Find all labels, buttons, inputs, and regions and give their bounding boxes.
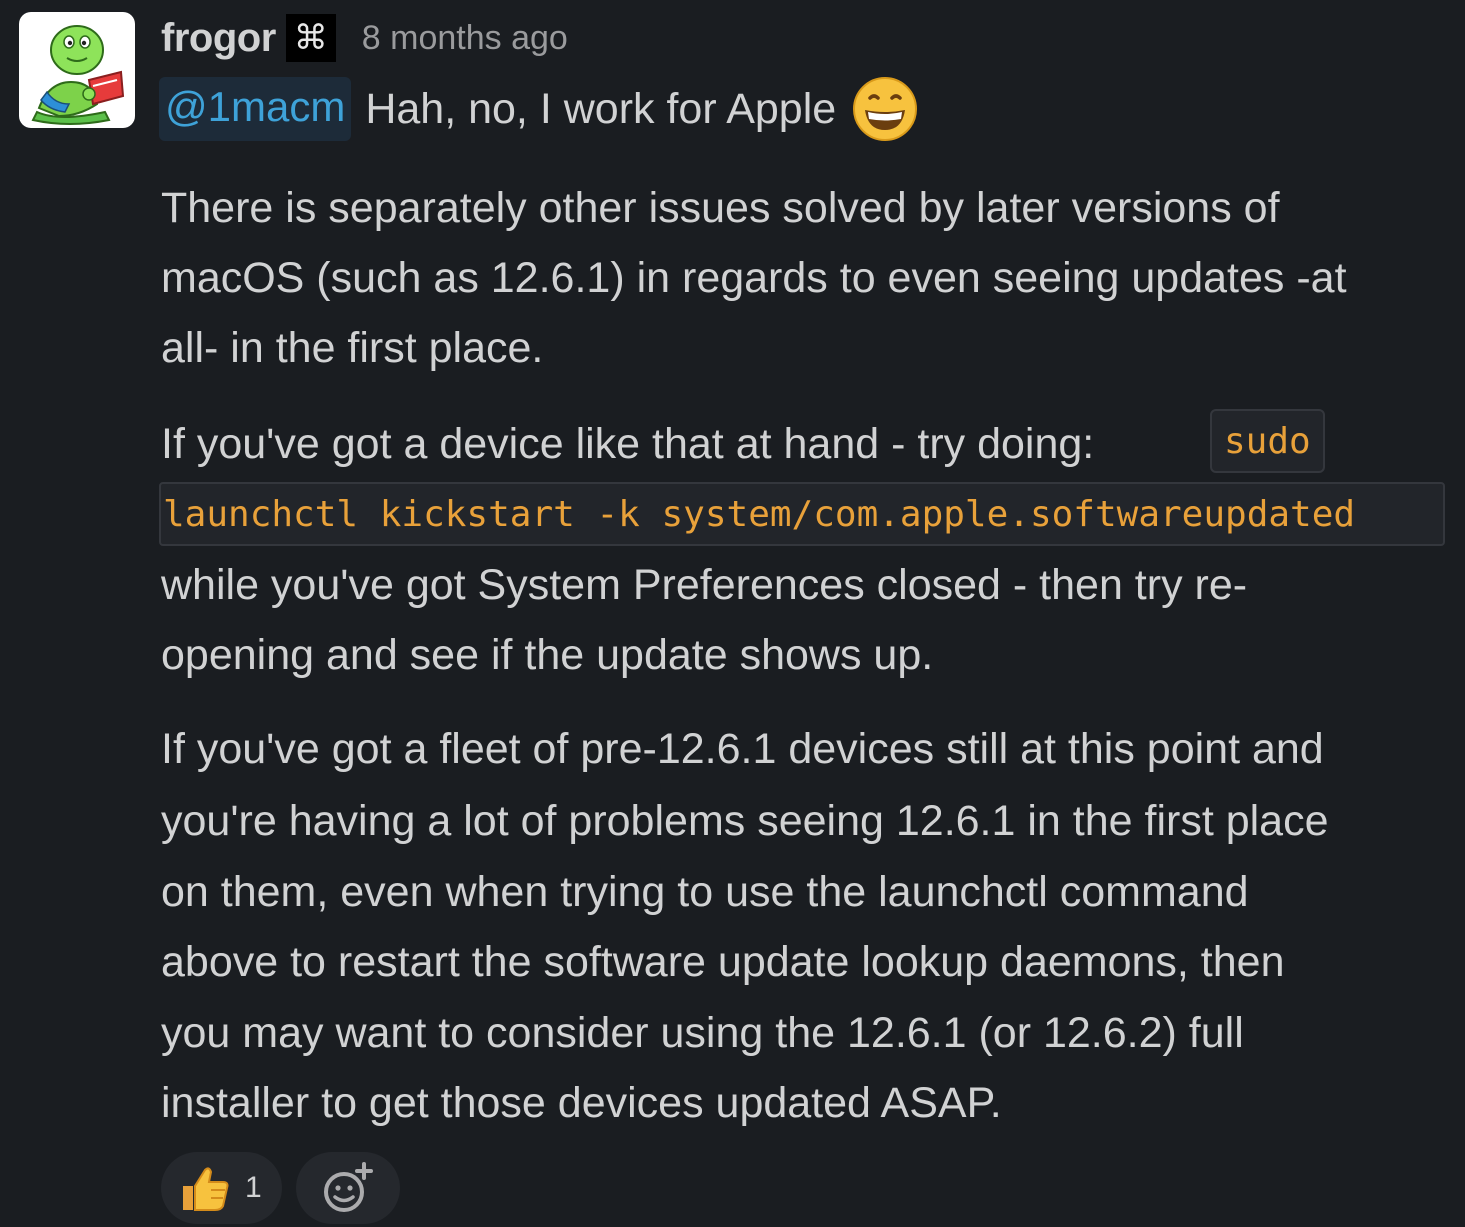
user-mention[interactable]: @1macm	[159, 77, 352, 141]
paragraph-1-line-2: macOS (such as 12.6.1) in regards to eve…	[161, 254, 1347, 302]
paragraph-3-line-4: above to restart the software update loo…	[161, 938, 1285, 986]
paragraph-3-line-2: you're having a lot of problems seeing 1…	[161, 797, 1329, 845]
paragraph-2-line-4: opening and see if the update shows up.	[161, 631, 934, 679]
message-header: frogor ⌘ 8 months ago	[161, 10, 568, 66]
reaction-count: 1	[245, 1171, 262, 1204]
author-name[interactable]: frogor	[161, 16, 276, 61]
thumbs-up-icon	[183, 1167, 229, 1211]
timestamp[interactable]: 8 months ago	[362, 19, 568, 58]
frog-avatar-icon	[31, 25, 125, 125]
paragraph-3-line-5: you may want to consider using the 12.6.…	[161, 1009, 1244, 1057]
paragraph-1-line-3: all- in the first place.	[161, 324, 544, 372]
inline-code-command: launchctl kickstart -k system/com.apple.…	[159, 482, 1445, 546]
paragraph-1-line-1: There is separately other issues solved …	[161, 184, 1280, 232]
add-reaction-button[interactable]	[295, 1152, 400, 1224]
paragraph-2-line-3: while you've got System Preferences clos…	[161, 561, 1248, 609]
add-reaction-icon	[323, 1162, 373, 1212]
reaction-thumbs-up[interactable]: 1	[161, 1152, 282, 1224]
command-key-badge-icon: ⌘	[285, 14, 336, 62]
inline-code-sudo: sudo	[1210, 409, 1325, 473]
paragraph-3-line-6: installer to get those devices updated A…	[161, 1079, 1002, 1127]
reactions-bar: 1	[161, 1152, 400, 1224]
avatar[interactable]	[19, 12, 135, 128]
message-first-line: @1macm Hah, no, I work for Apple	[159, 74, 920, 144]
grinning-face-icon	[853, 77, 918, 141]
message-text: Hah, no, I work for Apple	[365, 84, 837, 133]
paragraph-2-line-1: If you've got a device like that at hand…	[161, 420, 1095, 468]
paragraph-3-line-3: on them, even when trying to use the lau…	[161, 868, 1249, 916]
paragraph-3-line-1: If you've got a fleet of pre-12.6.1 devi…	[161, 725, 1324, 773]
message: frogor ⌘ 8 months ago @1macm Hah, no, I …	[0, 0, 1465, 1227]
